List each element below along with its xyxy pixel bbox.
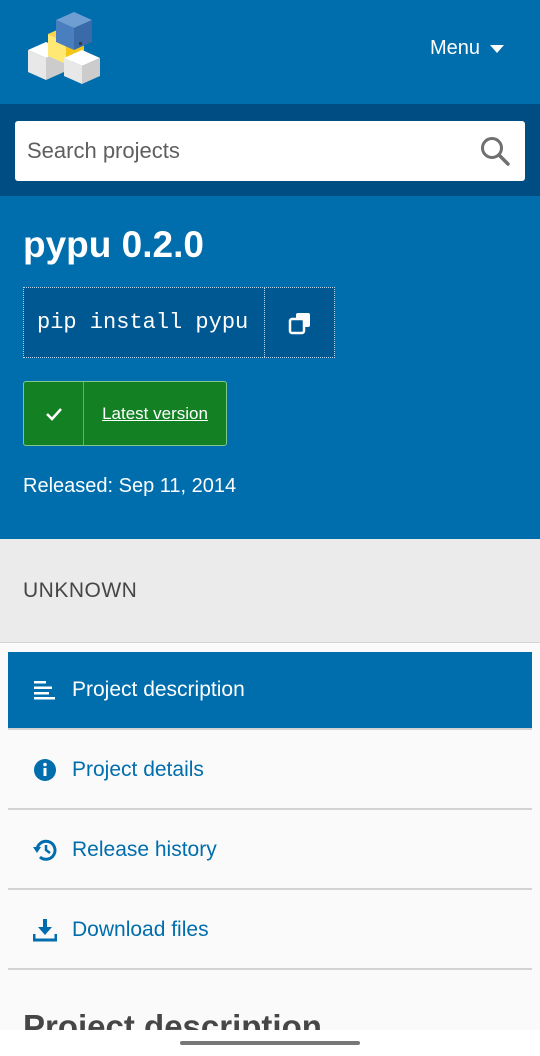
history-icon (32, 837, 58, 863)
top-header: Menu (0, 0, 540, 104)
latest-version-link[interactable]: Latest version (84, 382, 226, 445)
pip-install-box: pip install pypu (23, 287, 335, 358)
release-date: Released: Sep 11, 2014 (23, 475, 237, 497)
nav-project-description[interactable]: Project description (8, 652, 532, 730)
search-box (15, 121, 525, 181)
pip-command[interactable]: pip install pypu (24, 288, 265, 357)
latest-version-badge[interactable]: Latest version (23, 381, 227, 446)
package-title: pypu 0.2.0 (23, 224, 204, 265)
search-icon[interactable] (479, 135, 511, 167)
nav-project-details[interactable]: Project details (8, 732, 532, 810)
project-nav: Project description Project details Rele… (0, 644, 540, 1056)
license-summary: UNKNOWN (0, 539, 540, 643)
nav-release-history[interactable]: Release history (8, 812, 532, 890)
nav-label: Project description (72, 678, 245, 701)
menu-label: Menu (429, 36, 480, 59)
search-bar-container (0, 104, 540, 196)
check-icon (24, 382, 84, 445)
pypi-logo-icon[interactable] (20, 12, 102, 86)
home-indicator[interactable] (180, 1041, 360, 1045)
nav-download-files[interactable]: Download files (8, 892, 532, 970)
system-nav-bar (0, 1030, 540, 1056)
copy-button[interactable] (265, 288, 334, 357)
caret-down-icon (490, 45, 504, 53)
info-circle-icon (32, 757, 58, 783)
nav-label: Release history (72, 838, 217, 861)
package-header: pypu 0.2.0 pip install pypu Latest versi… (0, 196, 540, 539)
license-text: UNKNOWN (23, 579, 138, 602)
nav-label: Project details (72, 758, 204, 781)
copy-icon (288, 312, 310, 334)
menu-button[interactable]: Menu (430, 34, 504, 62)
align-left-icon (32, 677, 58, 703)
search-input[interactable] (15, 121, 465, 181)
download-icon (32, 917, 58, 943)
nav-label: Download files (72, 918, 209, 941)
